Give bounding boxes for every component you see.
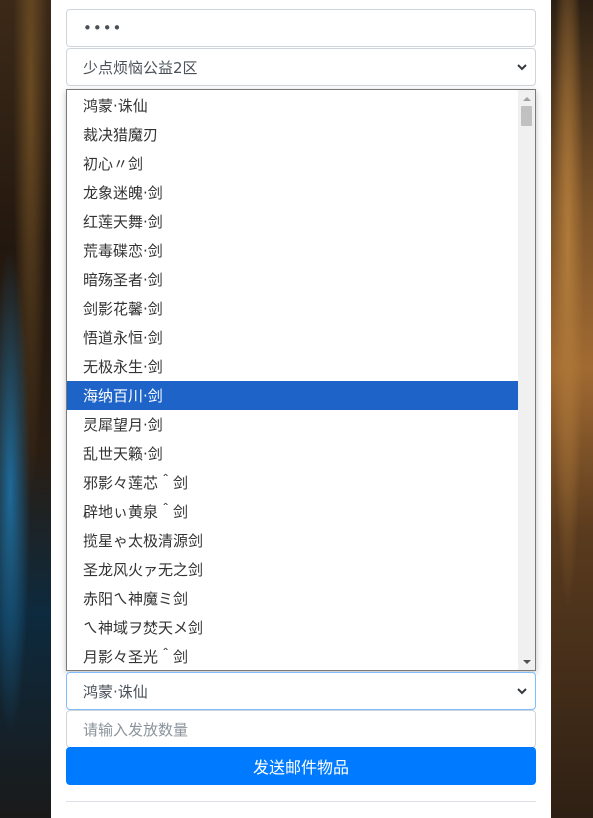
- dropdown-option[interactable]: ㄟ神域ヲ焚天メ剑: [67, 613, 518, 642]
- divider: [66, 801, 536, 802]
- dropdown-option[interactable]: 辟地ぃ黄泉＾剑: [67, 497, 518, 526]
- dropdown-option[interactable]: 暗殇圣者·剑: [67, 265, 518, 294]
- dropdown-option[interactable]: 邪影々莲芯＾剑: [67, 468, 518, 497]
- quantity-placeholder: 请输入发放数量: [83, 720, 189, 739]
- dropdown-option[interactable]: 龙象迷魄·剑: [67, 178, 518, 207]
- server-select-value: 少点烦恼公益2区: [83, 58, 198, 77]
- scroll-down-arrow-icon[interactable]: [518, 654, 535, 669]
- dropdown-option[interactable]: 赤阳ㄟ神魔ミ剑: [67, 584, 518, 613]
- dropdown-option[interactable]: 剑影花馨·剑: [67, 294, 518, 323]
- scrollbar-thumb[interactable]: [521, 106, 532, 126]
- dropdown-option[interactable]: 红莲天舞·剑: [67, 207, 518, 236]
- background-right: [551, 0, 593, 818]
- password-value: ••••: [83, 19, 123, 37]
- server-select[interactable]: 少点烦恼公益2区: [66, 48, 536, 86]
- dropdown-option[interactable]: 裁决猎魔刃: [67, 120, 518, 149]
- dropdown-option[interactable]: 月影々圣光＾剑: [67, 642, 518, 670]
- dropdown-option[interactable]: 海纳百川·剑: [67, 381, 518, 410]
- dropdown-option[interactable]: 无极永生·剑: [67, 352, 518, 381]
- chevron-down-icon: [517, 688, 527, 695]
- scroll-up-arrow-icon[interactable]: [518, 91, 535, 106]
- dropdown-option[interactable]: 荒毒碟恋·剑: [67, 236, 518, 265]
- dropdown-option[interactable]: 初心〃剑: [67, 149, 518, 178]
- item-select-value: 鸿蒙·诛仙: [83, 682, 148, 701]
- dropdown-option[interactable]: 圣龙风火ァ无之剑: [67, 555, 518, 584]
- dropdown-option[interactable]: 悟道永恒·剑: [67, 323, 518, 352]
- send-mail-item-button[interactable]: 发送邮件物品: [66, 747, 536, 785]
- dropdown-scrollbar[interactable]: [518, 90, 535, 670]
- item-select[interactable]: 鸿蒙·诛仙: [66, 672, 536, 710]
- password-field[interactable]: ••••: [66, 9, 536, 47]
- dropdown-option[interactable]: 鸿蒙·诛仙: [67, 91, 518, 120]
- dropdown-option[interactable]: 灵犀望月·剑: [67, 410, 518, 439]
- background-left: [0, 0, 51, 818]
- quantity-input[interactable]: 请输入发放数量: [66, 710, 536, 748]
- dropdown-option[interactable]: 揽星ゃ太极清源剑: [67, 526, 518, 555]
- chevron-down-icon: [517, 64, 527, 71]
- send-button-label: 发送邮件物品: [252, 758, 349, 777]
- dropdown-option[interactable]: 乱世天籁·剑: [67, 439, 518, 468]
- item-dropdown-list[interactable]: 鸿蒙·诛仙 裁决猎魔刃 初心〃剑 龙象迷魄·剑 红莲天舞·剑 荒毒碟恋·剑 暗殇圣者·剑 剑影…: [66, 89, 536, 671]
